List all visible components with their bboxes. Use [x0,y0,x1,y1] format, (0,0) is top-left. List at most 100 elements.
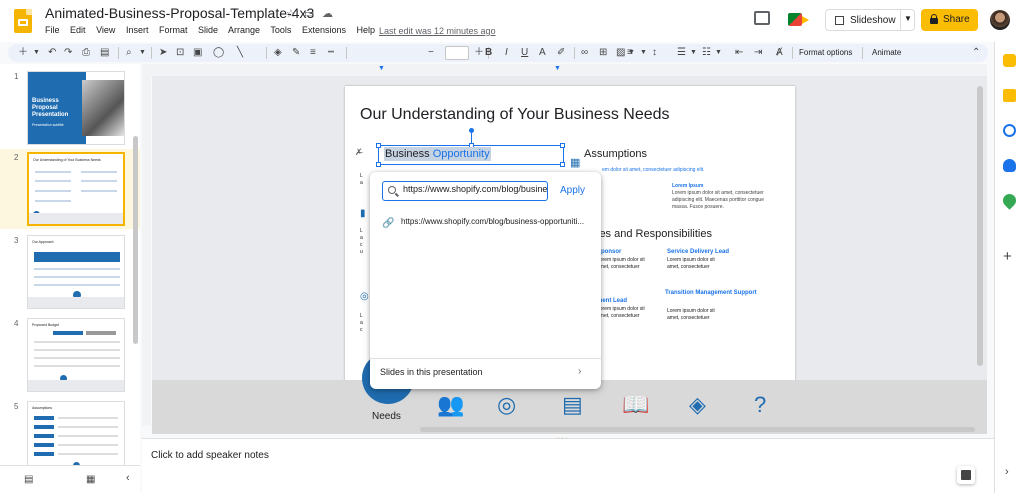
keep-icon[interactable] [1003,54,1016,67]
apply-link-button[interactable]: Apply [560,185,585,196]
chevron-right-icon[interactable]: › [578,366,581,377]
line-spacing-icon[interactable]: ↕ [652,46,657,60]
increase-font-icon[interactable]: ＋ [474,46,484,60]
print-icon[interactable]: ⎙ [82,46,90,60]
slides-logo-icon[interactable] [14,9,32,33]
vertical-ruler[interactable] [142,76,151,426]
meet-icon[interactable] [786,10,814,30]
last-edit-link[interactable]: Last edit was 12 minutes ago [379,26,496,36]
new-slide-dropdown-icon[interactable]: ▼ [33,46,40,60]
zoom-dropdown-icon[interactable]: ▼ [139,46,146,60]
slides-in-presentation-link[interactable]: Slides in this presentation [380,367,483,377]
font-size-input[interactable] [445,46,469,60]
share-button[interactable]: Share [921,9,978,31]
insert-link-icon[interactable]: ∞ [581,46,588,60]
shape-tool-icon[interactable]: ◯ [213,46,224,60]
keep-notes-icon[interactable] [1003,89,1016,102]
redo-icon[interactable]: ↷ [64,46,72,60]
grid-view-icon[interactable]: ▦ [86,474,95,485]
highlight-icon[interactable]: ✐ [557,46,565,60]
slide-thumbnail-2[interactable]: Our Understanding of Your Business Needs [27,152,125,226]
contacts-icon[interactable] [1003,159,1016,172]
account-avatar[interactable] [990,10,1010,30]
menu-extensions[interactable]: Extensions [302,25,346,35]
text-color-icon[interactable]: A [539,46,546,60]
slide-thumbnail-1[interactable]: Business Proposal Presentation Presentat… [27,71,125,145]
numbered-list-icon[interactable]: ☷ [702,46,711,60]
image-tool-icon[interactable]: ▣ [193,46,202,60]
decrease-indent-icon[interactable]: ⇤ [735,46,743,60]
bold-icon[interactable]: B [485,46,492,60]
decrease-font-icon[interactable]: − [428,46,434,60]
zoom-icon[interactable]: ⌕ [126,46,132,60]
horizontal-ruler[interactable]: ▼ ▼ [142,64,987,76]
ruler-indent-marker[interactable]: ▼ [378,65,385,72]
move-folder-icon[interactable]: ▭ [304,7,314,20]
tasks-icon[interactable] [1003,124,1016,137]
animate-button[interactable]: Animate [872,48,901,57]
menu-tools[interactable]: Tools [270,25,291,35]
speaker-notes-placeholder[interactable]: Click to add speaker notes [151,450,269,461]
checklist-icon[interactable]: ☰ [677,46,686,60]
align-icon[interactable]: ≡ [627,46,633,60]
increase-indent-icon[interactable]: ⇥ [754,46,762,60]
align-dropdown-icon[interactable]: ▼ [640,46,647,60]
fill-color-icon[interactable]: ◈ [274,46,282,60]
italic-icon[interactable]: I [505,46,508,60]
star-icon[interactable]: ☆ [286,7,296,20]
select-tool-icon[interactable]: ➤ [159,46,167,60]
border-dash-icon[interactable]: ┅ [328,46,334,60]
add-comment-icon[interactable]: ⊞ [599,46,607,60]
filmstrip-scrollbar[interactable] [133,136,138,344]
selected-text[interactable]: Business Opportunity [384,147,491,161]
slide-thumbnail-4[interactable]: Proposed Budget [27,318,125,392]
collapse-filmstrip-icon[interactable]: ‹ [126,472,130,484]
link-suggestion-item[interactable]: 🔗 https://www.shopify.com/blog/business-… [370,212,601,232]
collapse-toolbar-icon[interactable]: ⌃ [972,46,980,60]
canvas-vertical-scrollbar[interactable] [977,86,983,366]
slideshow-button[interactable]: Slideshow ▼ [825,9,915,31]
slide-thumbnail-3[interactable]: Our Approach [27,235,125,309]
underline-icon[interactable]: U [521,46,528,60]
image-option-icon[interactable]: ▨ [616,46,625,60]
resize-handle[interactable] [376,162,381,167]
speaker-notes[interactable]: · · · Click to add speaker notes [142,435,994,493]
numbered-list-dropdown-icon[interactable]: ▼ [715,46,722,60]
maps-icon[interactable] [1000,191,1019,210]
cloud-status-icon[interactable]: ☁ [322,7,333,20]
textbox-tool-icon[interactable]: ⊡ [176,46,184,60]
format-options-button[interactable]: Format options [799,48,852,57]
document-title[interactable]: Animated-Business-Proposal-Template-4x3 [45,5,314,21]
resize-handle[interactable] [376,143,381,148]
link-url-input[interactable]: https://www.shopify.com/blog/business-op… [403,184,547,199]
canvas-horizontal-scrollbar[interactable] [420,427,975,432]
menu-arrange[interactable]: Arrange [228,25,260,35]
get-addons-icon[interactable]: + [1003,248,1012,265]
menu-format[interactable]: Format [159,25,188,35]
undo-icon[interactable]: ↶ [48,46,56,60]
menu-insert[interactable]: Insert [126,25,149,35]
new-slide-icon[interactable]: ＋ [18,46,28,60]
clear-formatting-icon[interactable]: Ⱥ [776,46,783,60]
remove-link-icon[interactable]: ✗̶ [355,147,363,158]
line-tool-icon[interactable]: ╲ [237,46,243,60]
border-weight-icon[interactable]: ≡ [310,46,316,60]
slide-title[interactable]: Our Understanding of Your Business Needs [360,106,670,124]
resize-handle[interactable] [560,143,565,148]
ruler-indent-marker[interactable]: ▼ [554,65,561,72]
slideshow-dropdown-icon[interactable]: ▼ [904,14,912,23]
menu-file[interactable]: File [45,25,60,35]
menu-view[interactable]: View [96,25,115,35]
explore-icon[interactable] [957,466,975,484]
resize-handle[interactable] [560,162,565,167]
menu-slide[interactable]: Slide [198,25,218,35]
checklist-dropdown-icon[interactable]: ▼ [690,46,697,60]
notes-resize-handle[interactable]: · · · [557,435,568,442]
expand-panel-icon[interactable]: › [1005,466,1009,478]
link-input-box[interactable]: https://www.shopify.com/blog/business-op… [382,181,548,201]
menu-help[interactable]: Help [356,25,375,35]
paint-format-icon[interactable]: ▤ [100,46,109,60]
comments-icon[interactable] [754,11,770,25]
filmstrip-view-icon[interactable]: ▤ [24,474,33,485]
border-color-icon[interactable]: ✎ [292,46,300,60]
